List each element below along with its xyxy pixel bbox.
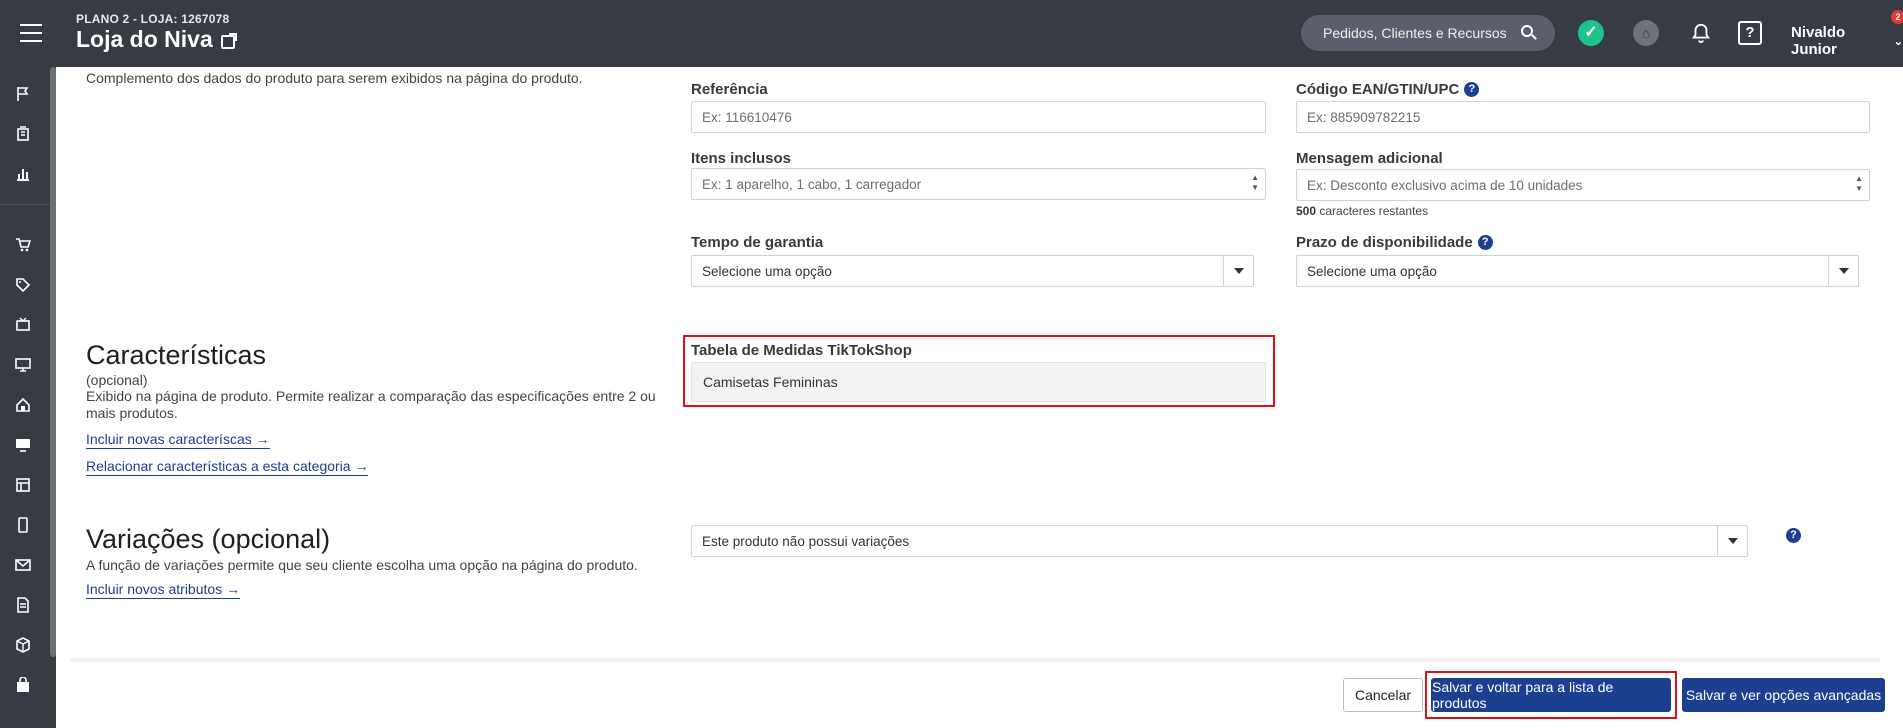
bell-icon[interactable] bbox=[1690, 21, 1712, 45]
caracteristicas-description: Exibido na página de produto. Permite re… bbox=[86, 388, 656, 421]
prazo-label: Prazo de disponibilidade ? bbox=[1296, 234, 1493, 251]
notification-badge: 2 bbox=[1891, 10, 1903, 24]
include-attributes-link[interactable]: Incluir novos atributos → bbox=[86, 581, 241, 599]
cancel-button[interactable]: Cancelar bbox=[1343, 678, 1423, 712]
bag-icon[interactable] bbox=[13, 676, 33, 697]
main-content: Complemento dos dados do produto para se… bbox=[56, 67, 1903, 728]
caracteristicas-title: Características bbox=[86, 340, 267, 370]
bank-icon[interactable]: ⌂ bbox=[1633, 20, 1659, 46]
garantia-select[interactable]: Selecione uma opção bbox=[691, 255, 1254, 287]
store-name-link[interactable]: Loja do Niva bbox=[76, 26, 237, 53]
user-menu[interactable]: Nivaldo Junior ⌄ bbox=[1791, 24, 1903, 58]
resize-spinner-icon[interactable]: ▲ ▼ bbox=[1251, 173, 1259, 193]
external-link-icon[interactable] bbox=[220, 32, 237, 49]
itens-label: Itens inclusos bbox=[691, 150, 792, 167]
chevron-down-icon: ⌄ bbox=[1893, 35, 1903, 48]
variacoes-select[interactable]: Este produto não possui variações bbox=[691, 525, 1748, 557]
monitor-icon[interactable] bbox=[13, 357, 33, 377]
tag-icon[interactable] bbox=[13, 277, 33, 297]
mensagem-label: Mensagem adicional bbox=[1296, 150, 1443, 167]
ean-label: Código EAN/GTIN/UPC ? bbox=[1296, 81, 1480, 98]
variacoes-title: Variações (opcional) bbox=[86, 524, 331, 554]
ean-input[interactable]: Ex: 885909782215 bbox=[1296, 101, 1870, 133]
itens-textarea[interactable]: Ex: 1 aparelho, 1 cabo, 1 carregador ▲ ▼ bbox=[691, 168, 1266, 200]
search-icon[interactable] bbox=[1521, 25, 1533, 37]
save-and-advanced-button[interactable]: Salvar e ver opções avançadas bbox=[1682, 678, 1885, 712]
chevron-down-icon[interactable] bbox=[1828, 256, 1858, 286]
include-characteristics-link[interactable]: Incluir novas caracteríscas → bbox=[86, 431, 270, 449]
help-icon[interactable]: ? bbox=[1738, 21, 1762, 45]
document-icon[interactable] bbox=[13, 597, 33, 617]
mensagem-textarea[interactable]: Ex: Desconto exclusivo acima de 10 unida… bbox=[1296, 169, 1870, 201]
sidebar-divider bbox=[0, 204, 50, 205]
mobile-icon[interactable] bbox=[13, 517, 33, 537]
footer-divider bbox=[70, 658, 1880, 662]
tv-icon[interactable] bbox=[13, 317, 33, 337]
hamburger-menu-icon[interactable] bbox=[20, 24, 42, 42]
arrow-right-icon: → bbox=[354, 458, 369, 474]
flag-icon[interactable] bbox=[13, 86, 33, 106]
user-name: Nivaldo Junior bbox=[1791, 24, 1846, 58]
arrow-right-icon: → bbox=[226, 581, 241, 597]
relate-characteristics-link[interactable]: Relacionar características a esta catego… bbox=[86, 458, 369, 476]
plan-label: PLANO 2 - LOJA: 1267078 bbox=[76, 12, 230, 26]
mail-icon[interactable] bbox=[13, 557, 33, 577]
layout-icon[interactable] bbox=[13, 477, 33, 497]
help-icon[interactable]: ? bbox=[1464, 82, 1480, 97]
home-icon[interactable] bbox=[13, 397, 33, 417]
top-bar: PLANO 2 - LOJA: 1267078 Loja do Niva Ped… bbox=[0, 0, 1903, 67]
chevron-down-icon[interactable] bbox=[1223, 256, 1253, 286]
display-icon[interactable] bbox=[13, 437, 33, 457]
search-input[interactable]: Pedidos, Clientes e Recursos bbox=[1301, 15, 1555, 51]
referencia-input[interactable]: Ex: 116610476 bbox=[691, 101, 1266, 133]
chars-remaining: 500 caracteres restantes bbox=[1296, 204, 1429, 218]
garantia-label: Tempo de garantia bbox=[691, 234, 824, 251]
tabela-field[interactable]: Camisetas Femininas bbox=[691, 362, 1266, 402]
check-status-icon[interactable]: ✓ bbox=[1578, 20, 1604, 46]
search-placeholder: Pedidos, Clientes e Recursos bbox=[1323, 25, 1507, 41]
prazo-select[interactable]: Selecione uma opção bbox=[1296, 255, 1859, 287]
store-name: Loja do Niva bbox=[76, 26, 213, 52]
caracteristicas-subtitle: (opcional) bbox=[86, 372, 148, 388]
chevron-down-icon[interactable] bbox=[1717, 526, 1747, 556]
help-icon[interactable]: ? bbox=[1477, 235, 1493, 250]
cart-icon[interactable] bbox=[13, 237, 33, 257]
arrow-right-icon: → bbox=[255, 431, 270, 447]
tabela-label: Tabela de Medidas TikTokShop bbox=[691, 342, 912, 359]
sidebar bbox=[0, 67, 56, 728]
chart-icon[interactable] bbox=[13, 166, 33, 186]
referencia-label: Referência bbox=[691, 81, 768, 98]
building-icon[interactable] bbox=[13, 126, 33, 146]
resize-spinner-icon[interactable]: ▲ ▼ bbox=[1855, 174, 1863, 194]
help-icon[interactable]: ? bbox=[1786, 525, 1801, 543]
intro-text: Complemento dos dados do produto para se… bbox=[86, 70, 583, 86]
box-icon[interactable] bbox=[13, 637, 33, 657]
variacoes-description: A função de variações permite que seu cl… bbox=[86, 557, 638, 573]
save-and-return-button[interactable]: Salvar e voltar para a lista de produtos bbox=[1431, 678, 1671, 712]
